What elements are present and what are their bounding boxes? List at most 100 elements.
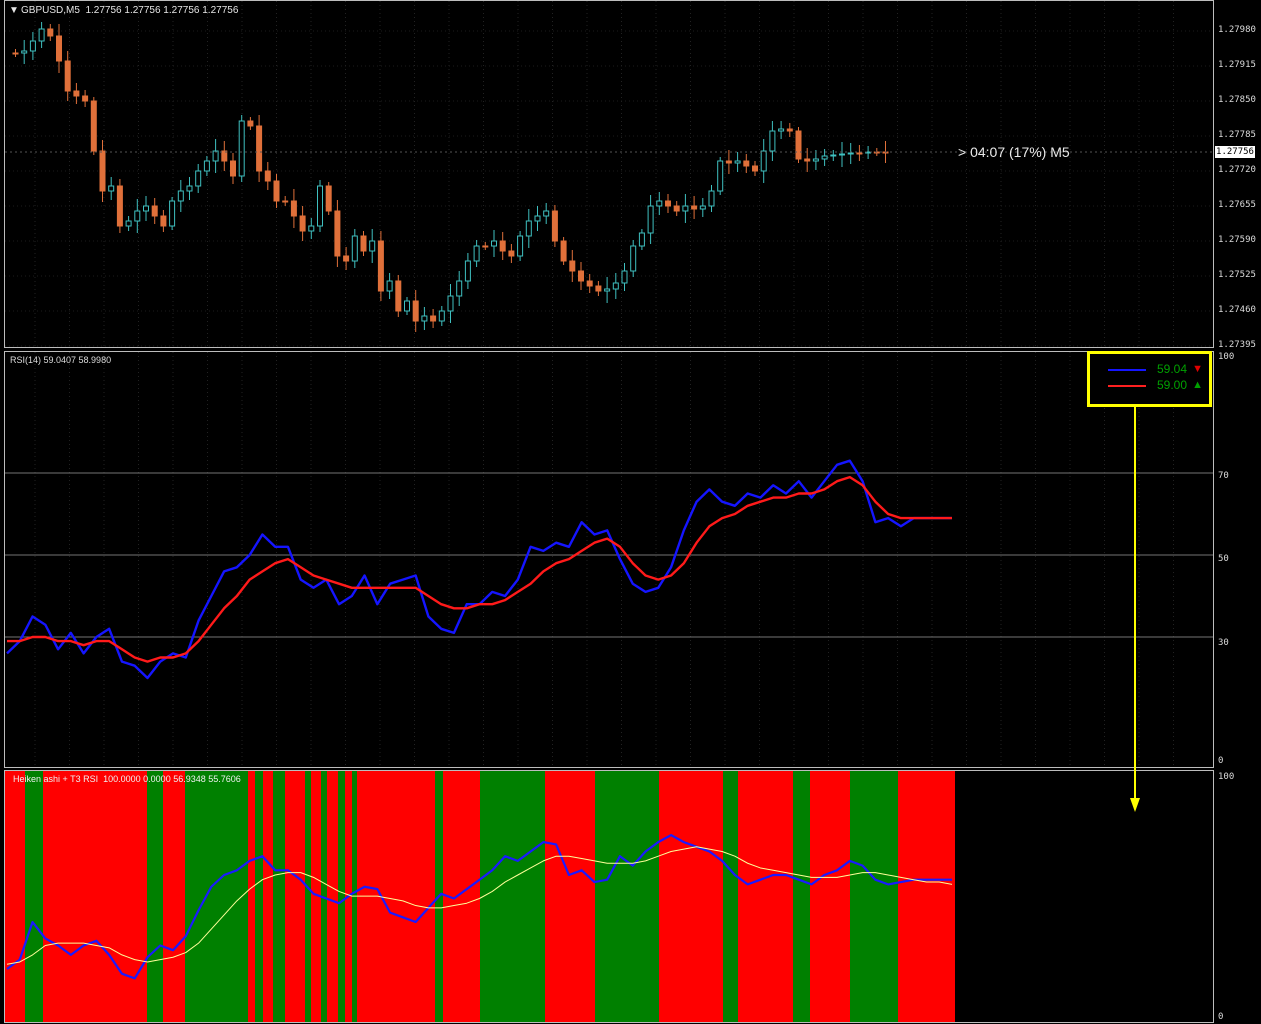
ha-title: Heiken ashi + T3 RSI 100.0000 0.0000 56.… [13,774,241,784]
candle-body [508,250,515,257]
candle-body [543,210,550,217]
bullish-band [305,771,311,1022]
candle-body [638,232,645,247]
heiken-ashi-canvas [5,771,955,1022]
candle-body [238,120,245,177]
legend-line-red [1108,385,1146,387]
candle-body [386,280,393,292]
candle-body [656,200,663,207]
candle-body [334,210,341,257]
bearish-band [810,771,850,1022]
bullish-band [352,771,357,1022]
bullish-band [723,771,738,1022]
bearish-band [285,771,305,1022]
candle-body [360,235,367,252]
bearish-band [327,771,338,1022]
bullish-band [25,771,43,1022]
chart-collapse-icon[interactable]: ▼ [9,5,19,16]
legend-line-blue [1108,369,1146,371]
candle-body [29,40,36,52]
candle-body [369,240,376,252]
candle-body [673,205,680,212]
candle-body [108,185,115,192]
candle-body [125,220,132,227]
bullish-band [595,771,659,1022]
candle-body [482,245,489,248]
candle-body [273,180,280,202]
price-tick-label: 1.27655 [1218,200,1256,210]
candle-body [839,153,845,156]
candle-body [743,160,750,167]
candle-body [430,315,437,322]
candle-body [847,152,854,155]
bearish-band [163,771,185,1022]
rsi-tick-label: 100 [1218,352,1235,362]
candle-body [177,190,184,202]
legend-row-signal: 59.00 ▲ [1090,378,1209,392]
bearish-band [5,771,25,1022]
candle-body [525,220,532,237]
candle-body [804,158,811,162]
rsi-panel[interactable]: RSI(14) 59.0407 58.9980 [4,351,1214,768]
candle-body [499,240,506,252]
candle-body [282,200,289,203]
candle-body [12,52,19,55]
current-price-badge: 1.27756 [1215,146,1255,158]
candle-body [856,152,863,155]
bearish-band [659,771,723,1022]
bearish-band [263,771,273,1022]
candle-body [317,185,323,227]
candle-body [821,155,828,160]
candle-body [412,300,419,322]
candle-body [630,245,637,272]
candle-body [447,295,454,312]
heiken-ashi-t3-rsi-panel[interactable]: Heiken ashi + T3 RSI 100.0000 0.0000 56.… [4,770,1214,1023]
candle-body [351,235,358,262]
rsi-legend-box: 59.04 ▼ 59.00 ▲ [1087,351,1212,407]
candle-body [195,170,202,187]
candle-body [578,270,584,282]
candle-body [725,160,732,164]
rsi-canvas [5,352,1213,767]
candle-body [325,185,332,212]
rsi-title: RSI(14) 59.0407 58.9980 [10,355,112,365]
candle-body [21,50,28,54]
legend-value-signal: 59.00 [1156,378,1187,392]
price-tick-label: 1.27395 [1218,340,1256,350]
ha-tick-label: 0 [1218,1012,1224,1022]
candle-body [160,215,167,227]
rsi-tick-label: 70 [1218,471,1229,481]
bullish-band [255,771,263,1022]
candle-body [82,95,89,102]
candle-body [151,205,158,217]
bearish-band [357,771,435,1022]
candle-body [290,200,297,217]
candle-body [247,120,254,127]
candle-body [56,35,62,62]
rsi-signal-line [7,475,952,663]
candle-body [612,282,619,290]
price-tick-label: 1.27785 [1218,130,1256,140]
candle-body [682,205,689,212]
bullish-band [147,771,163,1022]
candle-body [47,28,54,37]
bullish-band [338,771,345,1022]
candle-body [621,270,628,284]
rsi-tick-label: 0 [1218,756,1224,766]
candle-body [404,300,410,312]
candle-body [343,255,350,262]
candle-body [795,130,802,160]
candle-body [473,245,480,262]
bearish-band [738,771,793,1022]
price-chart-panel[interactable]: ▼ GBPUSD,M5 1.27756 1.27756 1.27756 1.27… [4,0,1214,348]
candle-body [264,170,271,182]
price-tick-label: 1.27460 [1218,305,1256,315]
rsi-tick-label: 50 [1218,554,1229,564]
candle-body [734,160,741,164]
candle-body [377,240,384,292]
candle-body [169,200,176,227]
candle-body [256,125,263,172]
legend-row-rsi: 59.04 ▼ [1090,362,1209,376]
candle-body [99,150,106,192]
candle-body [551,210,558,242]
